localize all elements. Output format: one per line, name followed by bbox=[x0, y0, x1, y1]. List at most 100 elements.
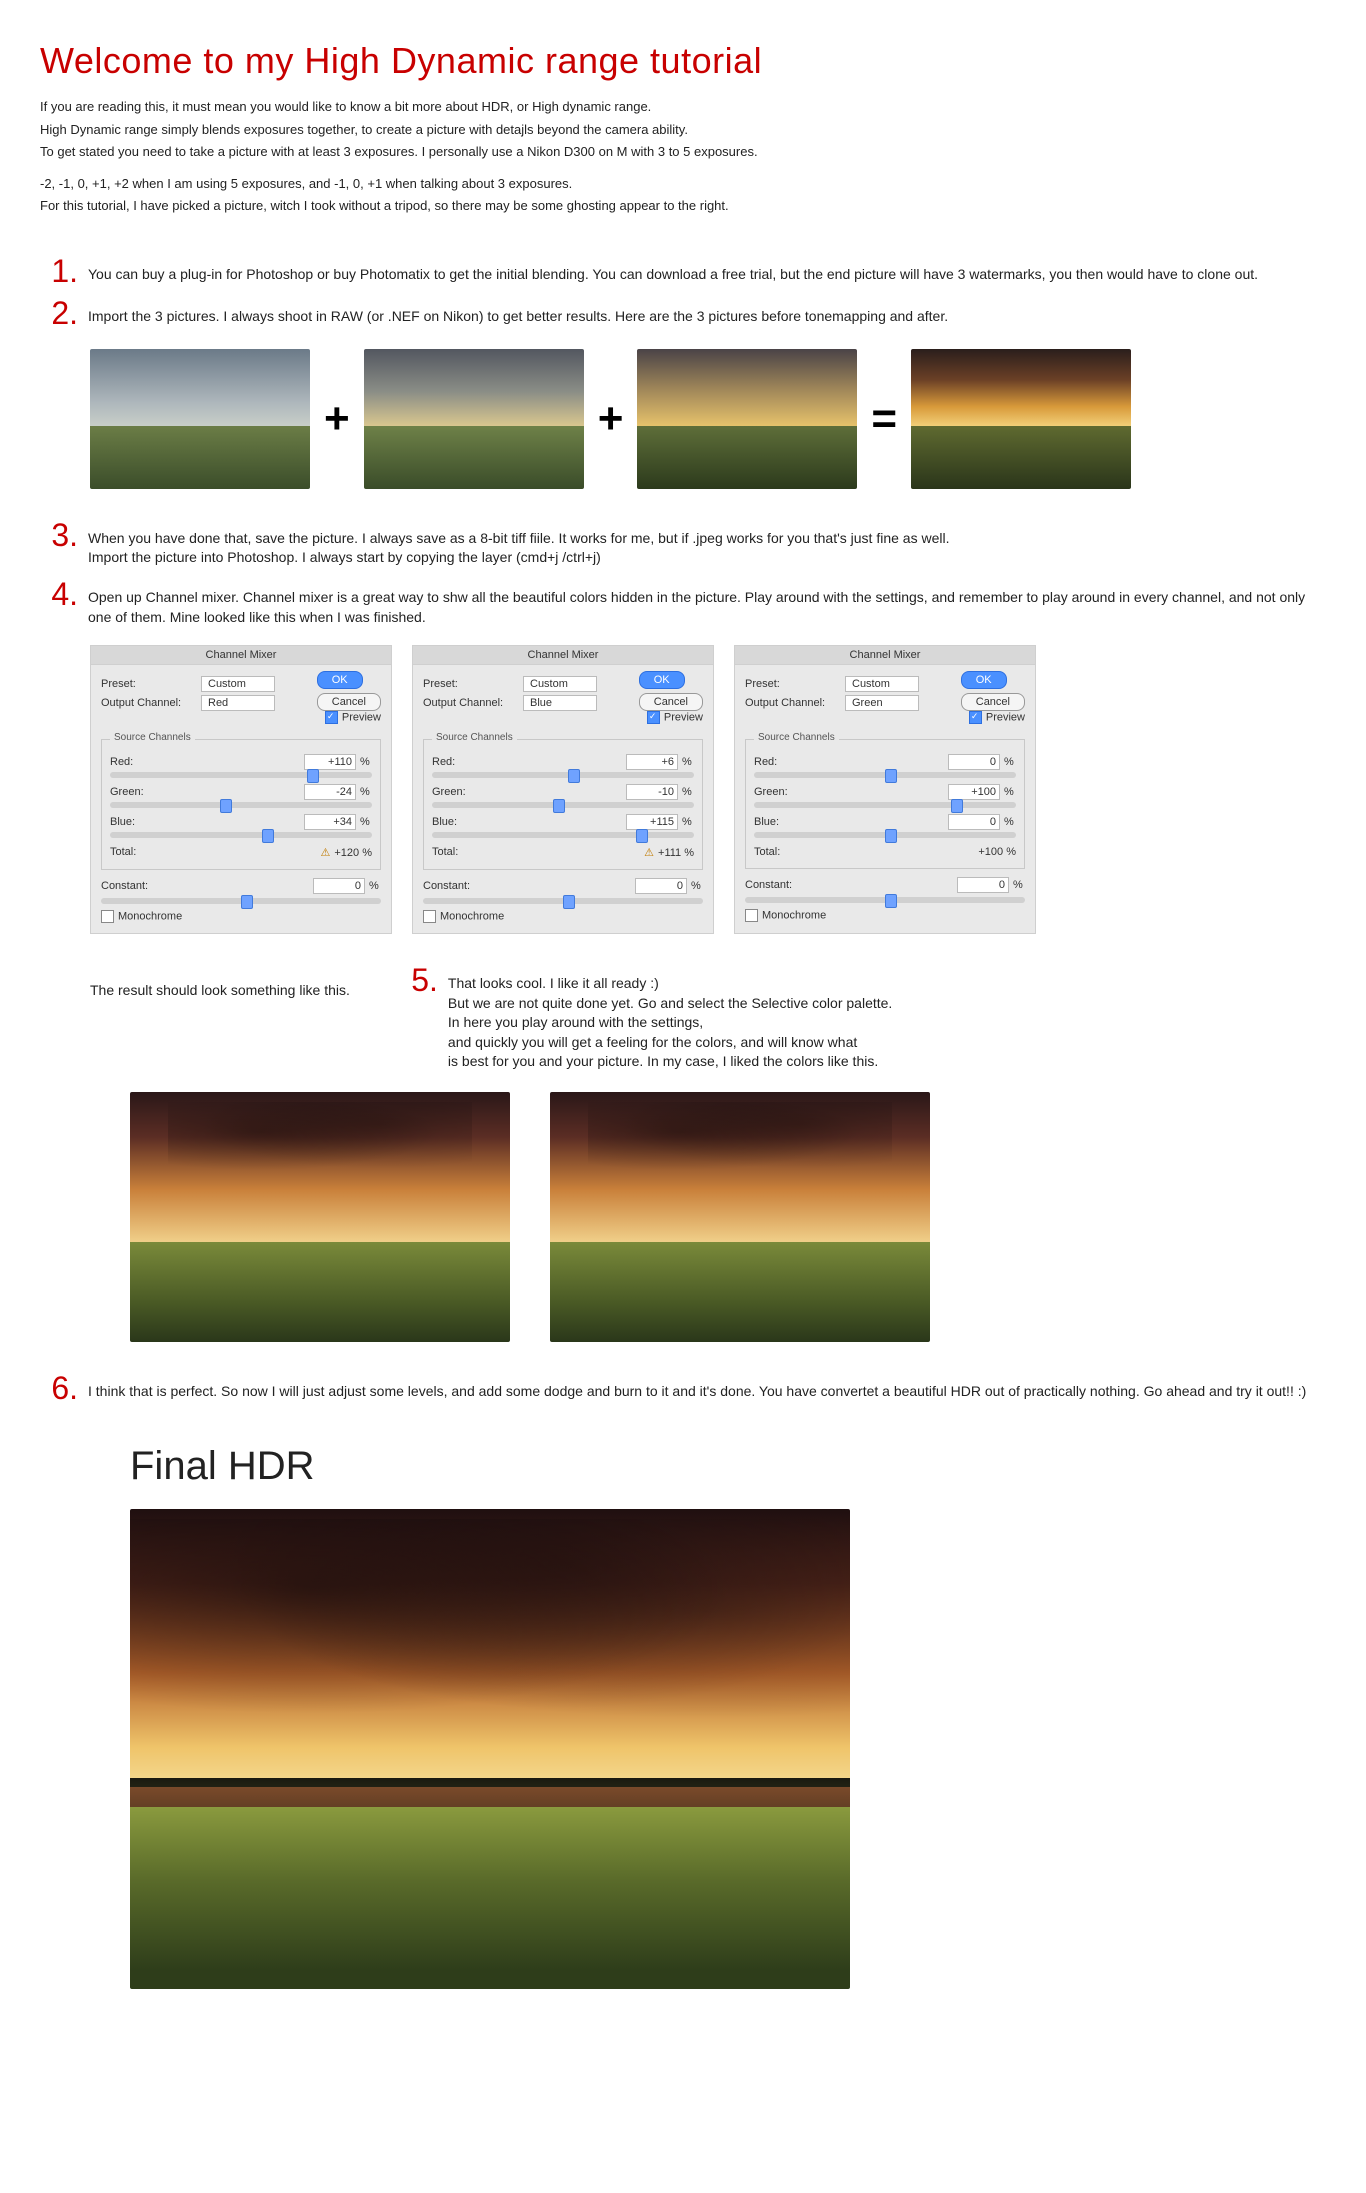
intro-line: To get stated you need to take a picture… bbox=[40, 143, 1336, 161]
step-2: 2 Import the 3 pictures. I always shoot … bbox=[30, 297, 1336, 329]
blue-slider[interactable] bbox=[754, 832, 1016, 838]
page-title: Welcome to my High Dynamic range tutoria… bbox=[40, 40, 1336, 82]
step-number: 4 bbox=[30, 578, 88, 610]
red-value[interactable]: 0 bbox=[948, 754, 1000, 770]
output-channel-label: Output Channel: bbox=[101, 697, 201, 709]
blue-value[interactable]: +115 bbox=[626, 814, 678, 830]
blue-value[interactable]: +34 bbox=[304, 814, 356, 830]
green-value[interactable]: -24 bbox=[304, 784, 356, 800]
tutorial-page: Welcome to my High Dynamic range tutoria… bbox=[0, 0, 1366, 2049]
blue-label: Blue: bbox=[754, 816, 814, 828]
output-channel-select[interactable]: Green bbox=[845, 695, 919, 711]
green-slider[interactable] bbox=[754, 802, 1016, 808]
green-value[interactable]: -10 bbox=[626, 784, 678, 800]
tonemapped-image bbox=[911, 349, 1131, 489]
final-section: Final HDR bbox=[130, 1444, 1336, 1989]
red-value[interactable]: +110 bbox=[304, 754, 356, 770]
output-channel-select[interactable]: Red bbox=[201, 695, 275, 711]
final-hdr-image bbox=[130, 1509, 850, 1989]
total-label: Total: bbox=[432, 846, 458, 859]
blue-value[interactable]: 0 bbox=[948, 814, 1000, 830]
constant-slider[interactable] bbox=[423, 898, 703, 904]
green-slider[interactable] bbox=[110, 802, 372, 808]
constant-slider[interactable] bbox=[745, 897, 1025, 903]
preview-checkbox[interactable] bbox=[647, 711, 660, 724]
red-slider[interactable] bbox=[754, 772, 1016, 778]
total-label: Total: bbox=[754, 846, 780, 858]
blue-label: Blue: bbox=[432, 816, 492, 828]
red-label: Red: bbox=[754, 756, 814, 768]
constant-slider[interactable] bbox=[101, 898, 381, 904]
step-text: Open up Channel mixer. Channel mixer is … bbox=[88, 578, 1318, 627]
constant-label: Constant: bbox=[745, 879, 805, 891]
result-and-step5: The result should look something like th… bbox=[90, 964, 1336, 1072]
blue-label: Blue: bbox=[110, 816, 170, 828]
green-label: Green: bbox=[754, 786, 814, 798]
green-label: Green: bbox=[432, 786, 492, 798]
cancel-button[interactable]: Cancel bbox=[961, 693, 1025, 711]
constant-value[interactable]: 0 bbox=[957, 877, 1009, 893]
step-number: 6 bbox=[30, 1372, 88, 1404]
exposure-image-1 bbox=[90, 349, 310, 489]
intro-line: High Dynamic range simply blends exposur… bbox=[40, 121, 1336, 139]
percent-label: % bbox=[360, 786, 372, 798]
output-channel-label: Output Channel: bbox=[745, 697, 845, 709]
green-slider[interactable] bbox=[432, 802, 694, 808]
step-text: That looks cool. I like it all ready :) … bbox=[448, 964, 892, 1072]
percent-label: % bbox=[360, 816, 372, 828]
monochrome-checkbox[interactable] bbox=[745, 909, 758, 922]
step-5: 5 That looks cool. I like it all ready :… bbox=[390, 964, 892, 1072]
preset-select[interactable]: Custom bbox=[523, 676, 597, 692]
red-label: Red: bbox=[432, 756, 492, 768]
step-3: 3 When you have done that, save the pict… bbox=[30, 519, 1336, 568]
cancel-button[interactable]: Cancel bbox=[317, 693, 381, 711]
intro-line: -2, -1, 0, +1, +2 when I am using 5 expo… bbox=[40, 175, 1336, 193]
blue-slider[interactable] bbox=[110, 832, 372, 838]
preview-label: Preview bbox=[342, 712, 381, 724]
panel-title: Channel Mixer bbox=[91, 646, 391, 665]
ok-button[interactable]: OK bbox=[639, 671, 685, 689]
preset-label: Preset: bbox=[745, 678, 845, 690]
total-value: +100 % bbox=[978, 846, 1016, 858]
step-number: 5 bbox=[390, 964, 448, 996]
ok-button[interactable]: OK bbox=[317, 671, 363, 689]
intro-line: If you are reading this, it must mean yo… bbox=[40, 98, 1336, 116]
preview-label: Preview bbox=[664, 712, 703, 724]
red-slider[interactable] bbox=[432, 772, 694, 778]
blue-slider[interactable] bbox=[432, 832, 694, 838]
channel-mixer-row: Channel Mixer OK Cancel Preview Preset:C… bbox=[90, 645, 1336, 934]
preview-checkbox[interactable] bbox=[325, 711, 338, 724]
cancel-button[interactable]: Cancel bbox=[639, 693, 703, 711]
panel-title: Channel Mixer bbox=[735, 646, 1035, 665]
result-images bbox=[130, 1092, 1336, 1342]
exposure-image-2 bbox=[364, 349, 584, 489]
constant-value[interactable]: 0 bbox=[635, 878, 687, 894]
red-value[interactable]: +6 bbox=[626, 754, 678, 770]
preset-select[interactable]: Custom bbox=[845, 676, 919, 692]
output-channel-label: Output Channel: bbox=[423, 697, 523, 709]
monochrome-checkbox[interactable] bbox=[423, 910, 436, 923]
output-channel-select[interactable]: Blue bbox=[523, 695, 597, 711]
percent-label: % bbox=[1013, 879, 1025, 891]
result-label: The result should look something like th… bbox=[90, 964, 350, 998]
preset-select[interactable]: Custom bbox=[201, 676, 275, 692]
monochrome-checkbox[interactable] bbox=[101, 910, 114, 923]
source-channels-label: Source Channels bbox=[110, 732, 195, 743]
step-number: 1 bbox=[30, 255, 88, 287]
green-value[interactable]: +100 bbox=[948, 784, 1000, 800]
percent-label: % bbox=[1004, 786, 1016, 798]
ok-button[interactable]: OK bbox=[961, 671, 1007, 689]
selective-color-result-image bbox=[550, 1092, 930, 1342]
constant-value[interactable]: 0 bbox=[313, 878, 365, 894]
monochrome-label: Monochrome bbox=[440, 911, 504, 923]
total-value: +120 % bbox=[321, 846, 373, 859]
plus-icon: + bbox=[324, 394, 350, 444]
red-slider[interactable] bbox=[110, 772, 372, 778]
monochrome-label: Monochrome bbox=[118, 911, 182, 923]
percent-label: % bbox=[682, 786, 694, 798]
step-6: 6 I think that is perfect. So now I will… bbox=[30, 1372, 1336, 1404]
preset-label: Preset: bbox=[101, 678, 201, 690]
percent-label: % bbox=[369, 880, 381, 892]
exposure-image-3 bbox=[637, 349, 857, 489]
preview-checkbox[interactable] bbox=[969, 711, 982, 724]
